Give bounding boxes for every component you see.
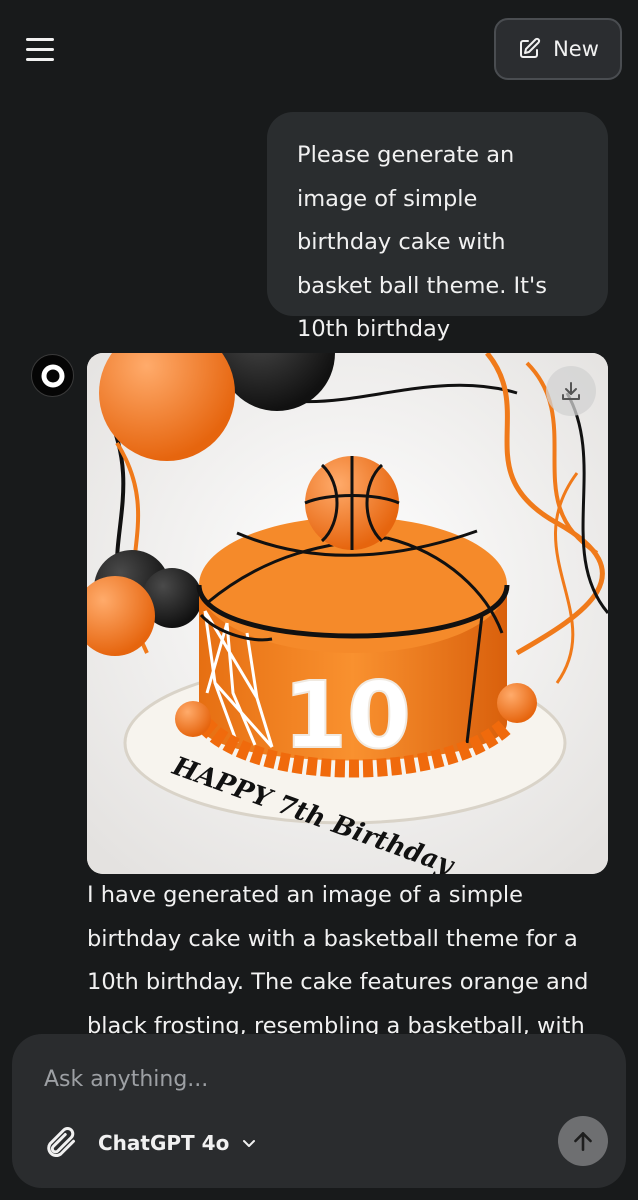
model-selector[interactable]: ChatGPT 4o xyxy=(98,1128,257,1158)
new-chat-label: New xyxy=(553,37,599,61)
arrow-up-icon xyxy=(574,1132,592,1151)
chevron-down-icon xyxy=(243,1140,256,1147)
composer: ChatGPT 4o xyxy=(12,1034,626,1188)
attach-button[interactable] xyxy=(42,1124,78,1160)
send-button[interactable] xyxy=(558,1116,608,1166)
cake-number-text: 10 xyxy=(283,662,411,769)
user-message-text: Please generate an image of simple birth… xyxy=(297,142,547,342)
hamburger-menu-icon xyxy=(26,38,54,41)
basketball-cake-illustration: 10 HAPPY 7th Birthday xyxy=(87,353,608,874)
download-icon xyxy=(562,382,580,400)
message-input[interactable] xyxy=(42,1058,586,1100)
assistant-reply: I have generated an image of a simple bi… xyxy=(87,874,617,1048)
chatgpt-logo-icon xyxy=(41,364,64,387)
edit-icon xyxy=(520,37,541,58)
paperclip-icon xyxy=(47,1126,75,1157)
download-image-button[interactable] xyxy=(546,366,596,416)
menu-button[interactable] xyxy=(22,30,62,70)
assistant-reply-text: I have generated an image of a simple bi… xyxy=(87,882,589,1039)
assistant-avatar xyxy=(31,354,74,397)
generated-image[interactable]: 10 HAPPY 7th Birthday xyxy=(87,353,608,874)
new-chat-button[interactable]: New xyxy=(494,18,622,80)
model-label: ChatGPT 4o xyxy=(98,1131,230,1155)
user-message-bubble: Please generate an image of simple birth… xyxy=(267,112,608,342)
